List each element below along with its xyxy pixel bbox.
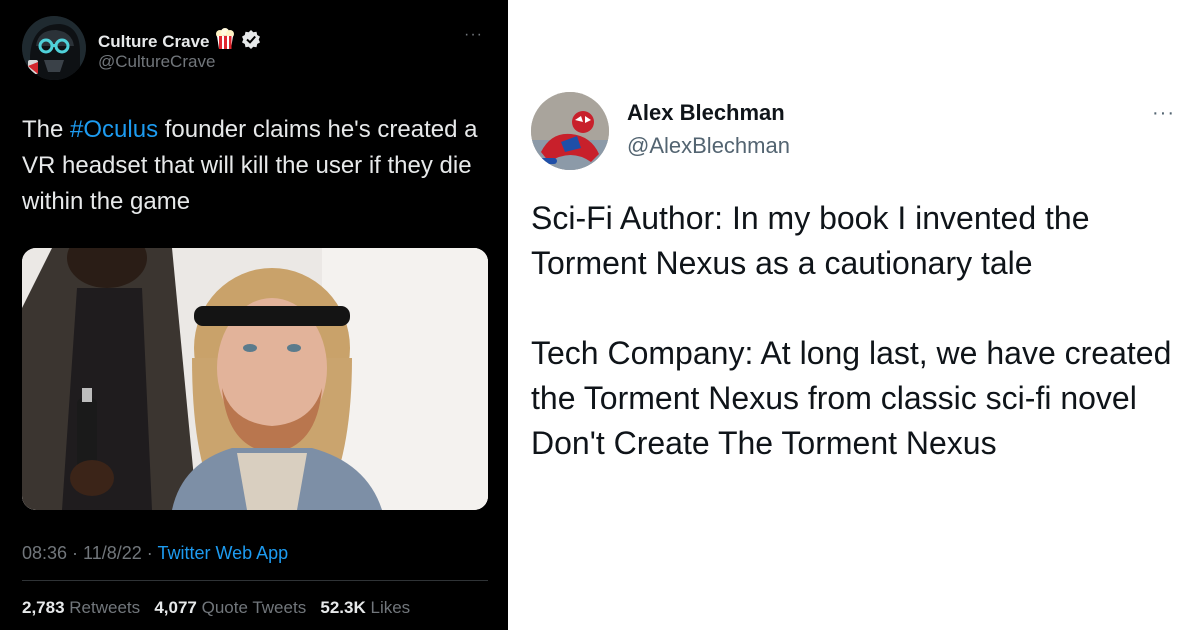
quote-tweets-stat[interactable]: 4,077 Quote Tweets bbox=[154, 598, 306, 617]
popcorn-emoji-icon bbox=[215, 28, 235, 55]
tweet-stats: 2,783 Retweets 4,077 Quote Tweets 52.3K … bbox=[22, 598, 410, 618]
tweet-photo[interactable] bbox=[22, 248, 488, 510]
retweets-stat[interactable]: 2,783 Retweets bbox=[22, 598, 140, 617]
culture-crave-avatar[interactable] bbox=[22, 16, 86, 80]
tweet-date[interactable]: 11/8/22 bbox=[83, 543, 142, 563]
more-icon[interactable]: ··· bbox=[464, 26, 483, 44]
tweet-timestamp: 08:36 · 11/8/22 · Twitter Web App bbox=[22, 543, 289, 563]
alex-blechman-avatar[interactable] bbox=[531, 92, 609, 170]
author-name[interactable]: Culture Crave bbox=[98, 32, 209, 52]
author-handle[interactable]: @CultureCrave bbox=[98, 52, 215, 72]
verified-badge-icon bbox=[241, 29, 261, 54]
likes-stat[interactable]: 52.3K Likes bbox=[320, 598, 410, 617]
retweets-label: Retweets bbox=[69, 598, 141, 617]
tweet-time[interactable]: 08:36 bbox=[22, 543, 67, 563]
likes-count: 52.3K bbox=[320, 598, 366, 617]
tweet-source-link[interactable]: Twitter Web App bbox=[157, 543, 288, 563]
author-name[interactable]: Alex Blechman bbox=[627, 100, 785, 126]
divider bbox=[22, 580, 488, 581]
tweet-paragraph-2: Tech Company: At long last, we have crea… bbox=[531, 335, 1172, 461]
likes-label: Likes bbox=[370, 598, 411, 617]
hashtag-link[interactable]: #Oculus bbox=[70, 116, 158, 143]
retweets-count: 2,783 bbox=[22, 598, 65, 617]
quote-tweets-count: 4,077 bbox=[154, 598, 197, 617]
tweet-text: The #Oculus founder claims he's created … bbox=[22, 112, 492, 220]
more-icon[interactable]: ··· bbox=[1152, 102, 1175, 125]
tweet-text-start: The bbox=[22, 116, 71, 143]
left-tweet-card: Culture Crave @CultureCrave ··· The #Ocu… bbox=[0, 0, 508, 630]
author-handle[interactable]: @AlexBlechman bbox=[627, 133, 790, 159]
tweet-paragraph-1: Sci-Fi Author: In my book I invented the… bbox=[531, 200, 1090, 281]
tweet-text: Sci-Fi Author: In my book I invented the… bbox=[531, 196, 1191, 466]
quote-tweets-label: Quote Tweets bbox=[201, 598, 307, 617]
